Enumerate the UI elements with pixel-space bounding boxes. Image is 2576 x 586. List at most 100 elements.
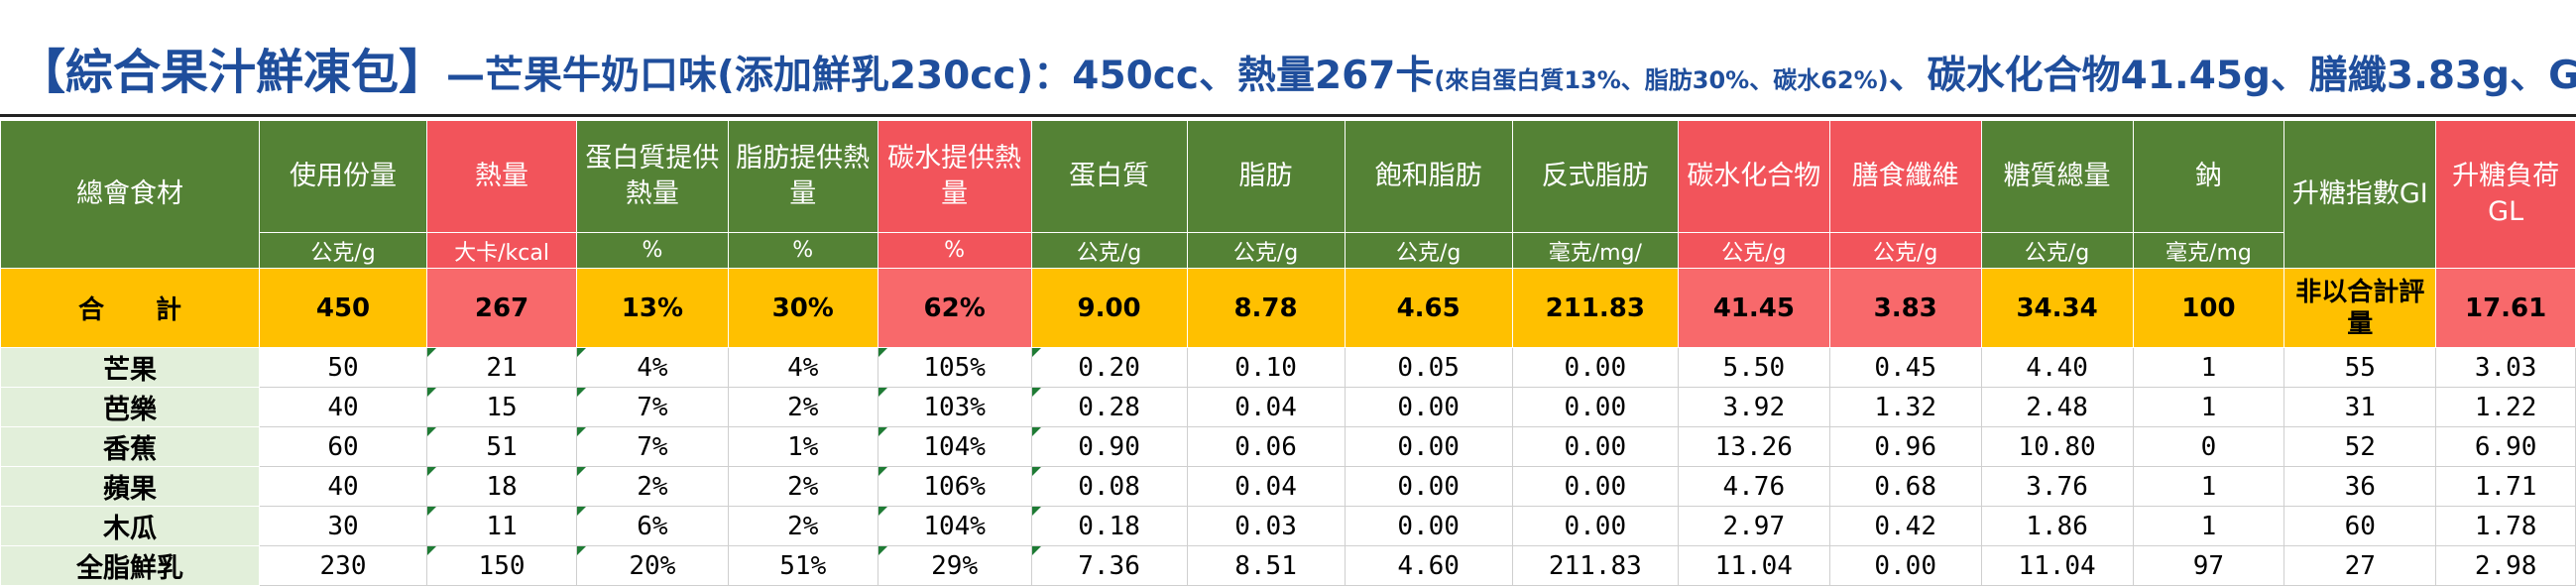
- total-sat-fat: 4.65: [1344, 268, 1513, 348]
- table-cell: 27: [2283, 545, 2437, 586]
- table-cell: 60: [2283, 506, 2437, 546]
- unit-row: 公克/g 大卡/kcal % % % 公克/g 公克/g 公克/g 毫克/mg/…: [1, 232, 2576, 269]
- header-fat-pct: 脂肪提供熱量: [727, 120, 878, 233]
- table-cell: 11.04: [1980, 545, 2134, 586]
- total-carbs: 41.45: [1677, 268, 1830, 348]
- table-cell: 0.05: [1344, 347, 1513, 388]
- table-cell: 5.50: [1677, 347, 1830, 388]
- table-cell: 97: [2132, 545, 2285, 586]
- table-cell: 15: [426, 387, 577, 427]
- total-fat: 8.78: [1186, 268, 1346, 348]
- table-row: 芒果 50 21 4% 4% 105% 0.20 0.10 0.05 0.00 5.50 0.45 4.…: [0, 347, 2576, 388]
- header-sat-fat: 飽和脂肪: [1344, 120, 1513, 233]
- table-cell: 31: [2283, 387, 2437, 427]
- table-cell: 0.10: [1186, 347, 1346, 388]
- table-cell: 11: [426, 506, 577, 546]
- unit-sat-fat: 公克/g: [1344, 232, 1513, 269]
- total-row: 合 計 450 267 13% 30% 62% 9.00 8.78 4.65 2…: [0, 268, 2576, 348]
- table-cell: 55: [2283, 347, 2437, 388]
- title-part1: —芒果牛奶口味(添加鮮乳230cc)：450cc、熱量267卡: [446, 54, 1435, 98]
- table-cell: 0.00: [1344, 466, 1513, 507]
- page-title: 【綜合果汁鮮凍包】—芒果牛奶口味(添加鮮乳230cc)：450cc、熱量267卡…: [0, 0, 2576, 117]
- table-cell: 230: [258, 545, 428, 586]
- unit-fiber: 公克/g: [1828, 232, 1982, 269]
- total-calories: 267: [426, 268, 577, 348]
- table-cell: 103%: [877, 387, 1032, 427]
- table-cell: 29%: [877, 545, 1032, 586]
- header-fiber: 膳食纖維: [1828, 120, 1982, 233]
- table-cell: 0.04: [1186, 466, 1346, 507]
- total-label: 合 計: [0, 268, 260, 348]
- header-serving: 使用份量: [258, 120, 428, 233]
- ingredient-name: 木瓜: [0, 506, 260, 546]
- table-cell: 2%: [727, 466, 878, 507]
- title-main: 【綜合果汁鮮凍包】: [18, 45, 447, 100]
- header-trans-fat: 反式脂肪: [1511, 120, 1679, 233]
- table-cell: 104%: [877, 506, 1032, 546]
- header-sodium: 鈉: [2132, 120, 2285, 233]
- table-cell: 105%: [877, 347, 1032, 388]
- nutrition-table: 總會食材 使用份量 熱量 蛋白質提供熱量 脂肪提供熱量 碳水提供熱量 蛋白質 脂…: [0, 120, 2576, 586]
- table-cell: 6%: [575, 506, 729, 546]
- unit-fat: 公克/g: [1186, 232, 1346, 269]
- table-cell: 1: [2132, 506, 2285, 546]
- ingredient-name: 蘋果: [0, 466, 260, 507]
- unit-sodium: 毫克/mg: [2132, 232, 2285, 269]
- table-cell: 11.04: [1677, 545, 1830, 586]
- table-cell: 0: [2132, 426, 2285, 467]
- table-cell: 51: [426, 426, 577, 467]
- table-cell: 1.86: [1980, 506, 2134, 546]
- unit-carbs: 公克/g: [1677, 232, 1830, 269]
- table-cell: 4%: [727, 347, 878, 388]
- table-cell: 1.32: [1828, 387, 1982, 427]
- total-gl: 17.61: [2435, 268, 2576, 348]
- header-fat: 脂肪: [1186, 120, 1346, 233]
- table-cell: 1: [2132, 347, 2285, 388]
- table-cell: 2.48: [1980, 387, 2134, 427]
- total-protein: 9.00: [1030, 268, 1188, 348]
- total-fiber: 3.83: [1828, 268, 1982, 348]
- table-cell: 211.83: [1511, 545, 1679, 586]
- title-part3: 、碳水化合物41.45g、膳纖3.83g、GL17.61: [1888, 54, 2576, 98]
- table-cell: 0.00: [1511, 387, 1679, 427]
- table-cell: 36: [2283, 466, 2437, 507]
- table-cell: 20%: [575, 545, 729, 586]
- table-cell: 0.00: [1344, 506, 1513, 546]
- total-serving: 450: [258, 268, 428, 348]
- total-sugar: 34.34: [1980, 268, 2134, 348]
- header-gl: 升糖負荷GL: [2435, 120, 2576, 269]
- header-sugar: 糖質總量: [1980, 120, 2134, 233]
- table-cell: 0.68: [1828, 466, 1982, 507]
- table-cell: 0.28: [1030, 387, 1188, 427]
- table-cell: 50: [258, 347, 428, 388]
- table-cell: 1: [2132, 387, 2285, 427]
- table-cell: 0.00: [1511, 426, 1679, 467]
- table-cell: 60: [258, 426, 428, 467]
- total-protein-pct: 13%: [575, 268, 729, 348]
- header-ingredient: 總會食材: [0, 120, 260, 269]
- table-cell: 2.98: [2435, 545, 2576, 586]
- header-row: 總會食材 使用份量 熱量 蛋白質提供熱量 脂肪提供熱量 碳水提供熱量 蛋白質 脂…: [0, 120, 2576, 269]
- table-cell: 0.90: [1030, 426, 1188, 467]
- table-cell: 0.42: [1828, 506, 1982, 546]
- table-cell: 3.03: [2435, 347, 2576, 388]
- table-row: 芭樂 40 15 7% 2% 103% 0.28 0.04 0.00 0.00 3.92 1.32 2.…: [0, 387, 2576, 427]
- table-cell: 0.00: [1828, 545, 1982, 586]
- table-cell: 2%: [727, 506, 878, 546]
- table-cell: 0.00: [1344, 387, 1513, 427]
- table-cell: 150: [426, 545, 577, 586]
- table-cell: 7%: [575, 387, 729, 427]
- table-cell: 30: [258, 506, 428, 546]
- table-cell: 6.90: [2435, 426, 2576, 467]
- unit-protein-pct: %: [575, 232, 729, 269]
- header-carbs: 碳水化合物: [1677, 120, 1830, 233]
- table-cell: 1: [2132, 466, 2285, 507]
- header-protein: 蛋白質: [1030, 120, 1188, 233]
- table-cell: 1.71: [2435, 466, 2576, 507]
- table-cell: 0.18: [1030, 506, 1188, 546]
- table-cell: 21: [426, 347, 577, 388]
- total-trans-fat: 211.83: [1511, 268, 1679, 348]
- unit-carb-pct: %: [877, 232, 1032, 269]
- table-cell: 4.76: [1677, 466, 1830, 507]
- table-cell: 2.97: [1677, 506, 1830, 546]
